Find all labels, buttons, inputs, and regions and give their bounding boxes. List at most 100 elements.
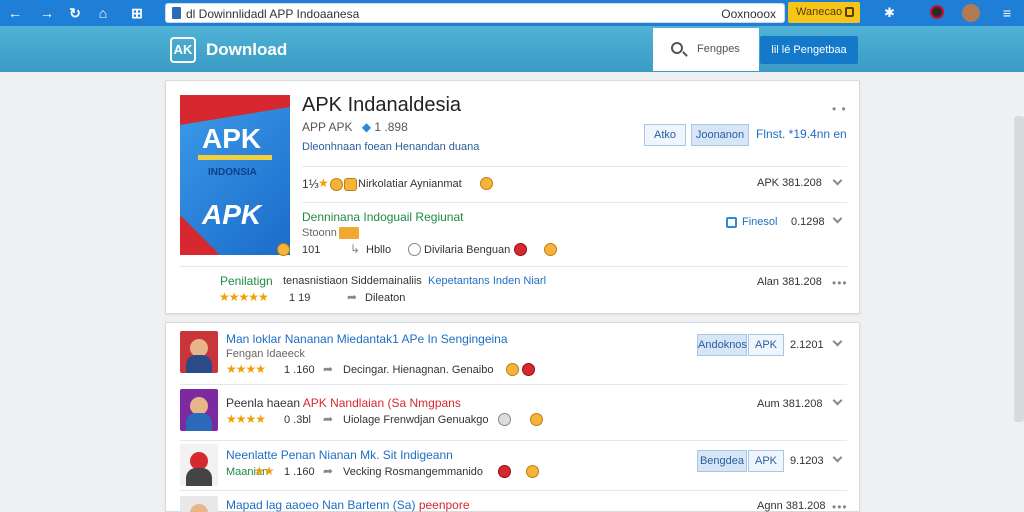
search-box[interactable]: Fengpes xyxy=(653,28,759,71)
list-item-right: Agnn 381.208 xyxy=(757,500,826,512)
heart-icon xyxy=(514,243,527,256)
icon-yellow-bar xyxy=(198,155,272,160)
app-icon[interactable]: APK INDONSIA APK xyxy=(180,95,290,255)
more-options-icon[interactable]: • • xyxy=(832,102,847,116)
chip-atko[interactable]: Atko xyxy=(644,124,686,146)
row1-right: APK 381.208 xyxy=(757,177,822,189)
menu-icon[interactable]: ≡ xyxy=(998,4,1016,22)
bottom-blue-text[interactable]: Kepetantans Inden Niarl xyxy=(428,275,546,287)
divider xyxy=(180,266,847,267)
share-icon[interactable]: ➦ xyxy=(323,412,333,426)
bottom-text: tenasnistiaon Siddemainaliis xyxy=(283,275,422,287)
list-item-chip[interactable]: APK xyxy=(748,450,784,472)
app-version: 1 .898 xyxy=(374,120,408,134)
back-icon[interactable]: ← xyxy=(6,4,24,22)
share-icon[interactable]: ➦ xyxy=(347,290,357,304)
bottom-link[interactable]: Dileaton xyxy=(365,292,405,304)
heart-icon xyxy=(498,465,511,478)
chat-icon xyxy=(408,243,421,256)
bookmark-icon[interactable]: ✱ xyxy=(884,5,902,23)
page-icon xyxy=(172,7,181,19)
rating-stars: ★★★★★ xyxy=(219,290,269,304)
search-label: Fengpes xyxy=(697,43,740,55)
list-item-action: Uiolage Frenwdjan Genuakgo xyxy=(343,414,489,426)
list-item-right: Aum 381.208 xyxy=(757,398,823,410)
list-item-thumbnail[interactable] xyxy=(180,444,218,486)
page-scrollbar[interactable] xyxy=(1014,116,1024,422)
browser-login-button[interactable]: Wanecao xyxy=(788,2,860,23)
rating-stars: ★★★★ xyxy=(226,362,266,376)
badge-icon xyxy=(330,178,343,191)
list-item-title[interactable]: Peenla haean APK Nandlaian (Sa Nmgpans xyxy=(226,396,461,410)
logo-text[interactable]: Download xyxy=(206,40,287,60)
checkbox-icon[interactable] xyxy=(726,217,737,228)
app-subtitle: APP APK ◆ 1 .898 xyxy=(302,120,408,134)
address-right-label: Ooxnooox xyxy=(721,7,776,21)
new-tag xyxy=(339,227,359,239)
chat-icon xyxy=(498,413,511,426)
thumb-body xyxy=(186,413,212,431)
rating-stars: ★★ xyxy=(254,464,274,478)
divider xyxy=(302,202,847,203)
row3-text: Divilaria Benguan xyxy=(424,244,511,256)
thumb-face xyxy=(190,504,208,512)
row2-title[interactable]: Denninana Indoguail Regiunat xyxy=(302,210,463,224)
list-item-action: Decingar. Hienagnan. Genaibo xyxy=(343,364,494,376)
row2-right-value: 0.1298 xyxy=(791,216,825,228)
reload-icon[interactable]: ↻ xyxy=(66,4,84,22)
share-icon[interactable]: ➦ xyxy=(323,464,333,478)
emoji-icon xyxy=(530,413,543,426)
list-item-thumbnail[interactable] xyxy=(180,389,218,431)
forward-icon[interactable]: → xyxy=(38,4,56,22)
list-item-thumbnail[interactable] xyxy=(180,496,218,512)
more-options-icon[interactable]: ••• xyxy=(832,500,848,512)
list-item-title[interactable]: Mapad lag aaoeo Nan Bartenn (Sa) peenpor… xyxy=(226,498,470,512)
rating-stars: ★★★★ xyxy=(226,412,266,426)
lock-icon xyxy=(845,7,854,17)
logo-icon[interactable]: AK xyxy=(170,37,196,63)
list-item-title-main: Mapad lag aaoeo Nan Bartenn (Sa) xyxy=(226,498,416,512)
star-icon: ★ xyxy=(318,176,329,190)
sort-icon[interactable]: ↳ xyxy=(350,242,360,256)
url-text: dl Dowinnlidadl APP Indoaanesa xyxy=(186,7,360,21)
extensions-icon[interactable]: ⊞ xyxy=(128,4,146,22)
app-description: Dleonhnaan foean Henandan duana xyxy=(302,141,480,153)
header-action-button[interactable]: lil lé Pengetbaa xyxy=(760,36,858,64)
thumb-body xyxy=(186,468,212,486)
heart-icon xyxy=(522,363,535,376)
list-item-subtitle: Fengan Idaeeck xyxy=(226,348,305,360)
emoji-icon xyxy=(544,243,557,256)
thumb-body xyxy=(186,355,212,373)
address-bar[interactable]: dl Dowinnlidadl APP Indoaanesa Ooxnooox xyxy=(165,3,785,23)
list-item-right: 9.1203 xyxy=(790,455,824,467)
record-icon[interactable] xyxy=(930,5,944,19)
list-item-title[interactable]: Man loklar Nananan Miedantak1 APe In Sen… xyxy=(226,332,508,346)
list-item-title[interactable]: Neenlatte Penan Nianan Mk. Sit Indigeann xyxy=(226,448,453,462)
browser-toolbar: ← → ↻ ⌂ ⊞ dl Dowinnlidadl APP Indoaanesa… xyxy=(0,0,1024,26)
list-item-title-red: APK Nandlaian (Sa Nmgpans xyxy=(302,396,461,410)
list-item-title-main: Peenla haean xyxy=(226,396,301,410)
emoji-icon xyxy=(506,363,519,376)
site-header xyxy=(0,26,1024,72)
list-item-thumbnail[interactable] xyxy=(180,331,218,373)
divider xyxy=(302,166,847,167)
app-title: APK Indanaldesia xyxy=(302,94,462,116)
list-item-chip[interactable]: Andoknos xyxy=(697,334,747,356)
emoji-icon xyxy=(526,465,539,478)
home-icon[interactable]: ⌂ xyxy=(94,4,112,22)
list-item-chip[interactable]: Bengdea xyxy=(697,450,747,472)
list-item-rating: 0 .3bl xyxy=(284,414,311,426)
version-icon: ◆ xyxy=(361,120,372,134)
divider xyxy=(180,384,847,385)
list-item-chip[interactable]: APK xyxy=(748,334,784,356)
row2-right-label: Finesol xyxy=(742,216,778,228)
row1-text: Nirkolatiar Aynianmat xyxy=(358,178,462,190)
rank-number: 1⅓ xyxy=(302,177,319,191)
avatar[interactable] xyxy=(962,4,980,22)
chip-joonanon[interactable]: Joonanon xyxy=(691,124,749,146)
share-icon[interactable]: ➦ xyxy=(323,362,333,376)
bottom-right: Alan 381.208 xyxy=(757,276,822,288)
list-item-title-red: peenpore xyxy=(418,498,470,512)
list-item-right: 2.1201 xyxy=(790,339,824,351)
more-options-icon[interactable]: ••• xyxy=(832,276,848,290)
